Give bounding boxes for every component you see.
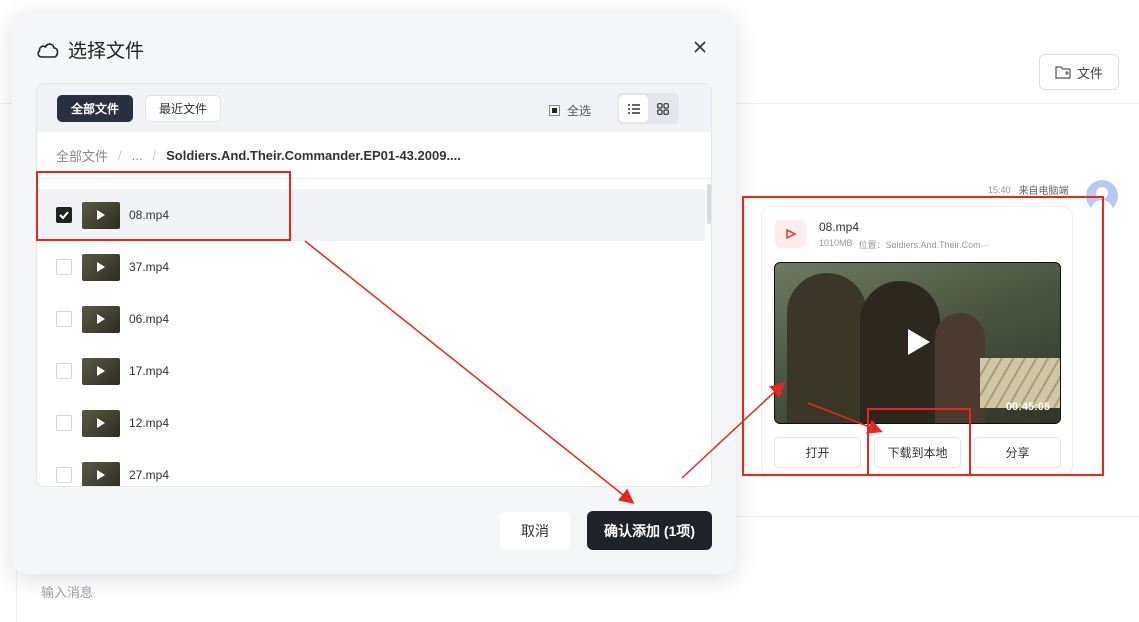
file-browser-toolbar: 全部文件 最近文件 全选 xyxy=(37,84,711,132)
breadcrumb-ellipsis[interactable]: ... xyxy=(132,148,143,163)
file-checkbox[interactable] xyxy=(56,363,72,379)
file-checkbox[interactable] xyxy=(56,467,72,483)
message-source: 来自电脑端 xyxy=(1018,186,1069,197)
annotation-box-download xyxy=(867,408,971,476)
video-thumbnail xyxy=(82,357,120,385)
breadcrumb-separator: / xyxy=(152,148,157,163)
chat-divider xyxy=(736,516,1139,517)
video-thumbnail xyxy=(82,409,120,437)
file-name: 06.mp4 xyxy=(129,312,170,326)
breadcrumb-separator: / xyxy=(118,148,122,163)
file-button[interactable]: 文件 xyxy=(1039,54,1119,90)
file-row[interactable]: 37.mp4 xyxy=(37,241,705,293)
file-name: 17.mp4 xyxy=(129,364,170,378)
grid-view-icon xyxy=(656,102,669,115)
file-checkbox[interactable] xyxy=(56,415,72,431)
select-all-toggle[interactable]: 全选 xyxy=(549,102,591,119)
video-thumbnail xyxy=(82,253,120,281)
list-view-button[interactable] xyxy=(619,95,648,122)
play-icon xyxy=(97,418,105,428)
file-name: 12.mp4 xyxy=(129,416,170,430)
tab-all-files[interactable]: 全部文件 xyxy=(57,95,133,122)
file-browser-panel: 全部文件 最近文件 全选 全部文件 / ... / Soldiers.And.T… xyxy=(36,83,712,487)
file-row[interactable]: 17.mp4 xyxy=(37,345,705,397)
select-all-label: 全选 xyxy=(567,104,592,118)
breadcrumb-root[interactable]: 全部文件 xyxy=(56,146,108,165)
folder-icon xyxy=(1055,66,1071,79)
list-view-icon xyxy=(627,103,640,114)
select-file-dialog: 选择文件 全部文件 最近文件 全选 全部文件 / ... / Soldiers.… xyxy=(12,11,736,574)
play-icon xyxy=(97,314,105,324)
video-thumbnail xyxy=(82,305,120,333)
play-icon xyxy=(97,470,105,480)
select-all-checkbox[interactable] xyxy=(549,105,560,116)
cloud-icon xyxy=(37,42,59,58)
close-icon[interactable] xyxy=(692,39,708,55)
file-name: 37.mp4 xyxy=(129,260,170,274)
message-meta: 15:40 来自电脑端 xyxy=(988,182,1069,198)
confirm-add-button[interactable]: 确认添加 (1项) xyxy=(587,511,712,550)
file-row[interactable]: 27.mp4 xyxy=(37,449,705,486)
file-row[interactable]: 06.mp4 xyxy=(37,293,705,345)
file-row[interactable]: 12.mp4 xyxy=(37,397,705,449)
grid-view-button[interactable] xyxy=(648,95,677,122)
message-input-placeholder[interactable]: 输入消息 xyxy=(41,582,93,601)
breadcrumb: 全部文件 / ... / Soldiers.And.Their.Commande… xyxy=(56,146,461,165)
dialog-title-text: 选择文件 xyxy=(68,41,145,62)
file-name: 27.mp4 xyxy=(129,468,170,482)
play-icon xyxy=(97,366,105,376)
scrollbar[interactable] xyxy=(707,184,711,224)
file-button-label: 文件 xyxy=(1076,65,1103,81)
annotation-box-selected-file xyxy=(36,171,291,241)
cancel-button[interactable]: 取消 xyxy=(500,512,570,550)
file-checkbox[interactable] xyxy=(56,311,72,327)
dialog-title: 选择文件 xyxy=(36,36,144,63)
play-icon xyxy=(97,262,105,272)
video-thumbnail xyxy=(82,461,120,486)
tab-recent-files[interactable]: 最近文件 xyxy=(145,95,221,122)
message-time: 15:40 xyxy=(988,184,1011,195)
file-checkbox[interactable] xyxy=(56,259,72,275)
view-mode-toggle xyxy=(617,93,679,124)
breadcrumb-current: Soldiers.And.Their.Commander.EP01-43.200… xyxy=(166,148,461,163)
